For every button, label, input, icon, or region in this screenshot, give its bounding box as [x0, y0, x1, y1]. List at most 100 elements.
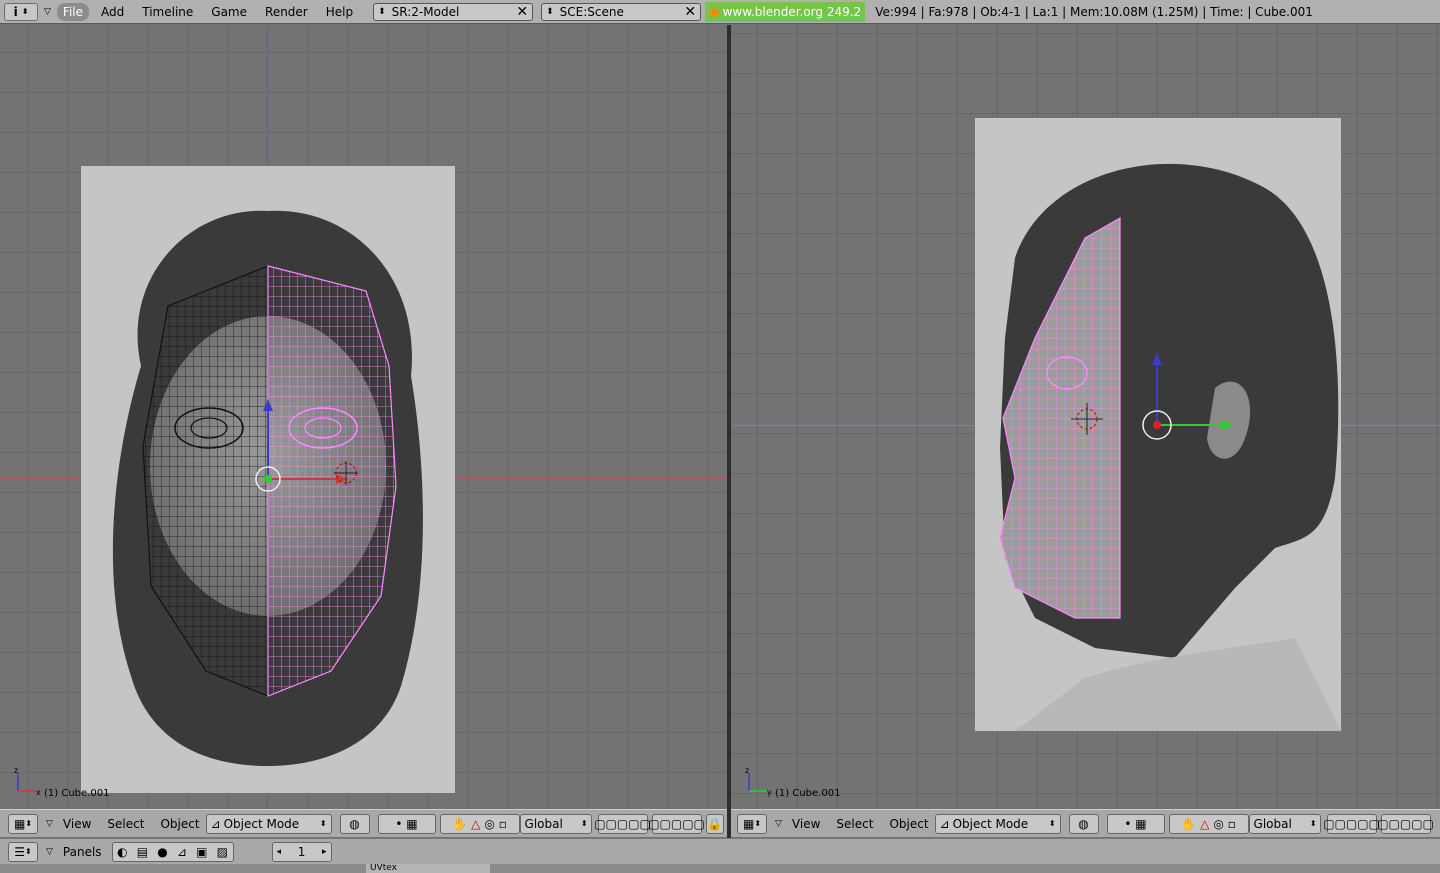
close-icon[interactable]: ✕	[684, 4, 696, 20]
scene-name[interactable]: SCE:Scene	[560, 5, 624, 19]
editor-type-button[interactable]: ▦ ⬍	[8, 813, 38, 834]
context-buttons[interactable]: ◐ ▤ ● ⊿ ▣ ▨	[111, 841, 234, 862]
viewport-side[interactable]: z y (1) Cube.001	[731, 25, 1440, 809]
menu-file[interactable]: File	[56, 2, 90, 21]
transform-manipulator[interactable]	[1136, 335, 1256, 445]
svg-text:x: x	[36, 788, 41, 797]
menu-select[interactable]: Select	[836, 817, 873, 831]
lock-icon[interactable]: 🔒	[705, 813, 724, 834]
updown-icon: ⬍	[378, 6, 386, 17]
updown-icon: ⬍	[1048, 819, 1056, 828]
url-text: www.blender.org 249.2	[722, 4, 862, 19]
square-icon: ▫	[1227, 816, 1236, 831]
arrow-right-icon[interactable]: ▸	[322, 847, 327, 857]
svg-text:z: z	[14, 767, 18, 775]
buttons-window-icon: ☰	[14, 844, 26, 859]
scale-icon: ◎	[484, 816, 495, 831]
updown-icon: ⬍	[546, 6, 554, 17]
scene-selector[interactable]: ⬍ SCE:Scene ✕	[541, 2, 702, 21]
mode-label: Object Mode	[223, 816, 300, 831]
svg-text:y: y	[767, 788, 772, 797]
buttons-window-header: ☰ ⬍ ▽ Panels ◐ ▤ ● ⊿ ▣ ▨ ◂ 1 ▸	[0, 838, 1440, 864]
mode-selector[interactable]: ⊿ Object Mode ⬍	[934, 813, 1061, 834]
orientation-selector[interactable]: Global ⬍	[519, 813, 592, 834]
uvtex-tab[interactable]: UVtex	[366, 864, 490, 873]
menu-help[interactable]: Help	[320, 3, 359, 21]
hand-icon: ✋	[1181, 816, 1197, 831]
draw-type-selector[interactable]: ◍	[339, 813, 370, 834]
menu-timeline[interactable]: Timeline	[136, 3, 199, 21]
pivot-selector[interactable]: • ▦	[377, 813, 436, 834]
layer-buttons-1[interactable]: ▢▢▢▢▢	[1323, 813, 1380, 834]
scene-icon: ▨	[216, 844, 228, 859]
active-object-label: (1) Cube.001	[775, 788, 841, 799]
editing-icon: ▣	[196, 844, 208, 859]
menu-view[interactable]: View	[63, 817, 91, 831]
screen-selector[interactable]: ⬍ SR:2-Model ✕	[373, 2, 534, 21]
uvtex-label: UVtex	[370, 864, 397, 873]
pivot-selector[interactable]: • ▦	[1106, 813, 1165, 834]
manipulator-toggles[interactable]: ✋ △ ◎ ▫	[439, 813, 520, 834]
menu-add[interactable]: Add	[95, 3, 130, 21]
updown-icon: ⬍	[754, 819, 762, 828]
transform-manipulator[interactable]	[240, 393, 370, 503]
editor-type-button[interactable]: ▦ ⬍	[737, 813, 767, 834]
object-mode-icon: ⊿	[210, 816, 221, 831]
mode-selector[interactable]: ⊿ Object Mode ⬍	[205, 813, 332, 834]
menu-object[interactable]: Object	[889, 817, 928, 831]
grid-icon: ▦	[742, 816, 755, 831]
collapse-menu-icon[interactable]: ▽	[46, 819, 53, 829]
rotate-icon: △	[471, 816, 481, 831]
editor-type-button[interactable]: ☰ ⬍	[8, 841, 38, 862]
menu-select[interactable]: Select	[107, 817, 144, 831]
arrow-left-icon[interactable]: ◂	[277, 847, 282, 857]
viewport-front[interactable]: z x (1) Cube.001	[0, 25, 727, 809]
updown-icon: ⬍	[580, 819, 588, 828]
draw-type-icon: ◍	[1078, 816, 1089, 831]
menu-object[interactable]: Object	[160, 817, 199, 831]
layer-buttons-1[interactable]: ▢▢▢▢▢	[594, 813, 651, 834]
manipulator-toggles[interactable]: ✋ △ ◎ ▫	[1168, 813, 1249, 834]
layer-buttons-2[interactable]: ▢▢▢▢▢	[648, 813, 705, 834]
object-icon: ⊿	[176, 844, 187, 859]
draw-type-selector[interactable]: ◍	[1068, 813, 1099, 834]
scene-stats: Ve:994 | Fa:978 | Ob:4-1 | La:1 | Mem:10…	[875, 4, 1313, 19]
frame-value[interactable]: 1	[298, 845, 306, 859]
menu-view[interactable]: View	[792, 817, 820, 831]
menu-game[interactable]: Game	[205, 3, 253, 21]
panels-strip	[0, 864, 1440, 873]
info-editor-type-button[interactable]: i ⬍	[4, 2, 38, 21]
orientation-selector[interactable]: Global ⬍	[1248, 813, 1321, 834]
orientation-label: Global	[1253, 816, 1292, 831]
updown-icon: ⬍	[319, 819, 327, 828]
updown-icon: ⬍	[1309, 819, 1317, 828]
shading-icon: ●	[157, 844, 168, 859]
object-mode-icon: ⊿	[939, 816, 950, 831]
rotate-icon: △	[1200, 816, 1210, 831]
orientation-gizmo-icon: z x	[14, 767, 41, 797]
updown-icon: ⬍	[21, 7, 29, 16]
scale-icon: ◎	[1213, 816, 1224, 831]
blender-logo-icon: ◉	[709, 4, 720, 19]
info-header: i ⬍ ▽ File Add Timeline Game Render Help …	[0, 0, 1440, 24]
menu-render[interactable]: Render	[259, 3, 314, 21]
blender-url-badge: ◉ www.blender.org 249.2	[705, 1, 866, 22]
script-icon: ▤	[136, 844, 149, 859]
orientation-gizmo-icon: z y	[745, 767, 772, 797]
hand-icon: ✋	[452, 816, 468, 831]
grid-icon: ▦	[13, 816, 26, 831]
panels-menu[interactable]: Panels	[63, 845, 102, 859]
svg-text:z: z	[745, 767, 749, 775]
draw-type-icon: ◍	[349, 816, 360, 831]
square-icon: ▫	[498, 816, 507, 831]
close-icon[interactable]: ✕	[516, 4, 528, 20]
screen-name[interactable]: SR:2-Model	[392, 5, 460, 19]
updown-icon: ⬍	[25, 819, 33, 828]
collapse-menu-icon[interactable]: ▽	[775, 819, 782, 829]
layer-buttons-2[interactable]: ▢▢▢▢▢	[1377, 813, 1434, 834]
collapse-menu-icon[interactable]: ▽	[44, 7, 51, 17]
frame-field[interactable]: ◂ 1 ▸	[271, 841, 332, 862]
view3d-header-right: ▦ ⬍ ▽ View Select Object ⊿ Object Mode ⬍ …	[731, 809, 1440, 837]
mode-label: Object Mode	[952, 816, 1029, 831]
collapse-menu-icon[interactable]: ▽	[46, 847, 53, 857]
